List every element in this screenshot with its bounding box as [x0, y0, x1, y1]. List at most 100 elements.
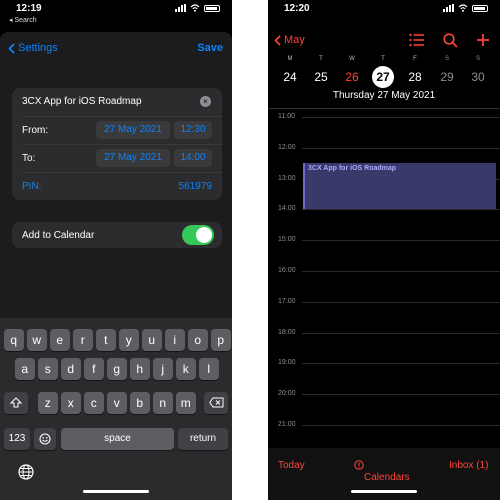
to-time-picker[interactable]: 14:00 [174, 149, 212, 167]
keyboard: qwertyuiop asdfghjkl zxcvbnm 123 space ret… [0, 318, 232, 500]
calendar-event[interactable]: 3CX App for iOS Roadmap [303, 163, 496, 210]
key-s[interactable]: s [38, 358, 58, 380]
hour-line-17:00: 17:00 [268, 298, 500, 305]
backspace-key[interactable] [204, 392, 228, 414]
day-27[interactable]: 27 [372, 66, 394, 88]
hour-line-18:00: 18:00 [268, 329, 500, 336]
toggle-knob [196, 227, 212, 243]
calendar-nav-bar: May [268, 30, 500, 54]
weekday-header-5: S [444, 56, 449, 62]
from-label: From: [22, 125, 49, 136]
meeting-details-card: 3CX App for iOS Roadmap × From: 27 May 2… [12, 88, 222, 200]
day-28[interactable]: 28 [404, 66, 426, 88]
calendars-button[interactable]: Calendars [354, 460, 410, 483]
today-button[interactable]: Today [278, 460, 305, 471]
hour-gridline [302, 271, 500, 272]
month-back-button[interactable]: May [274, 34, 305, 46]
add-icon[interactable] [476, 33, 490, 47]
key-v[interactable]: v [107, 392, 127, 414]
key-l[interactable]: l [199, 358, 219, 380]
selected-date-label: Thursday 27 May 2021 [332, 90, 436, 101]
key-u[interactable]: u [142, 329, 162, 351]
day-25[interactable]: 25 [310, 66, 332, 88]
inbox-button[interactable]: Inbox (1) [449, 460, 488, 471]
meeting-title-input[interactable]: 3CX App for iOS Roadmap [22, 96, 142, 107]
hour-line-19:00: 19:00 [268, 359, 500, 366]
day-29[interactable]: 29 [436, 66, 458, 88]
pin-row: PIN: 561979 [12, 172, 222, 200]
hour-line-11:00: 11:00 [268, 113, 500, 120]
key-e[interactable]: e [50, 329, 70, 351]
key-z[interactable]: z [38, 392, 58, 414]
hour-label: 15:00 [278, 236, 296, 244]
list-icon[interactable] [409, 33, 425, 47]
numbers-key[interactable]: 123 [4, 428, 30, 450]
globe-icon[interactable] [18, 464, 34, 480]
from-time-picker[interactable]: 12:30 [174, 121, 212, 139]
to-date-picker[interactable]: 27 May 2021 [96, 149, 170, 167]
key-f[interactable]: f [84, 358, 104, 380]
key-a[interactable]: a [15, 358, 35, 380]
hour-label: 17:00 [278, 297, 296, 305]
hour-label: 13:00 [278, 174, 296, 182]
day-26[interactable]: 26 [341, 66, 363, 88]
back-label: Settings [18, 42, 58, 54]
hour-label: 19:00 [278, 359, 296, 367]
key-i[interactable]: i [165, 329, 185, 351]
calendars-label: Calendars [364, 472, 410, 483]
key-r[interactable]: r [73, 329, 93, 351]
key-x[interactable]: x [61, 392, 81, 414]
pin-value[interactable]: 561979 [179, 181, 212, 192]
hour-label: 14:00 [278, 205, 296, 213]
clear-icon[interactable]: × [200, 96, 211, 107]
day-24[interactable]: 24 [279, 66, 301, 88]
settings-back-button[interactable]: Settings [8, 42, 58, 54]
key-q[interactable]: q [4, 329, 24, 351]
emoji-icon [39, 433, 51, 445]
status-icons [443, 4, 488, 12]
key-d[interactable]: d [61, 358, 81, 380]
wifi-icon [458, 4, 468, 12]
key-w[interactable]: w [27, 329, 47, 351]
key-n[interactable]: n [153, 392, 173, 414]
hour-label: 18:00 [278, 328, 296, 336]
key-k[interactable]: k [176, 358, 196, 380]
meeting-title-row[interactable]: 3CX App for iOS Roadmap × [12, 88, 222, 116]
month-label: May [284, 34, 305, 46]
add-to-calendar-row: Add to Calendar [12, 222, 222, 248]
weekday-header-3: T [381, 56, 385, 62]
calendar-tab-bar: Today Calendars Inbox (1) [268, 448, 500, 500]
hour-line-21:00: 21:00 [268, 421, 500, 428]
hour-gridline [302, 117, 500, 118]
key-c[interactable]: c [84, 392, 104, 414]
save-button[interactable]: Save [197, 42, 223, 54]
shift-key[interactable] [4, 392, 28, 414]
key-p[interactable]: p [211, 329, 231, 351]
space-key[interactable]: space [61, 428, 174, 450]
pin-label: PIN: [22, 181, 42, 192]
back-to-app-link[interactable]: ◂ Search [9, 16, 37, 24]
hour-line-14:00: 14:00 [268, 205, 500, 212]
key-t[interactable]: t [96, 329, 116, 351]
key-b[interactable]: b [130, 392, 150, 414]
search-icon[interactable] [443, 33, 458, 48]
key-m[interactable]: m [176, 392, 196, 414]
hour-gridline [302, 147, 500, 149]
key-y[interactable]: y [119, 329, 139, 351]
key-h[interactable]: h [130, 358, 150, 380]
hour-label: 21:00 [278, 421, 296, 428]
chevron-left-icon [274, 34, 281, 46]
signal-icon [443, 4, 454, 12]
divider [268, 108, 500, 109]
key-j[interactable]: j [153, 358, 173, 380]
weekday-header-6: S [475, 56, 480, 62]
return-key[interactable]: return [178, 428, 228, 450]
from-date-picker[interactable]: 27 May 2021 [96, 121, 170, 139]
add-to-calendar-toggle[interactable] [182, 225, 214, 245]
from-row: From: 27 May 2021 12:30 [12, 116, 222, 144]
day-30[interactable]: 30 [467, 66, 489, 88]
key-o[interactable]: o [188, 329, 208, 351]
emoji-key[interactable] [34, 428, 56, 450]
key-g[interactable]: g [107, 358, 127, 380]
hour-gridline [302, 394, 500, 396]
